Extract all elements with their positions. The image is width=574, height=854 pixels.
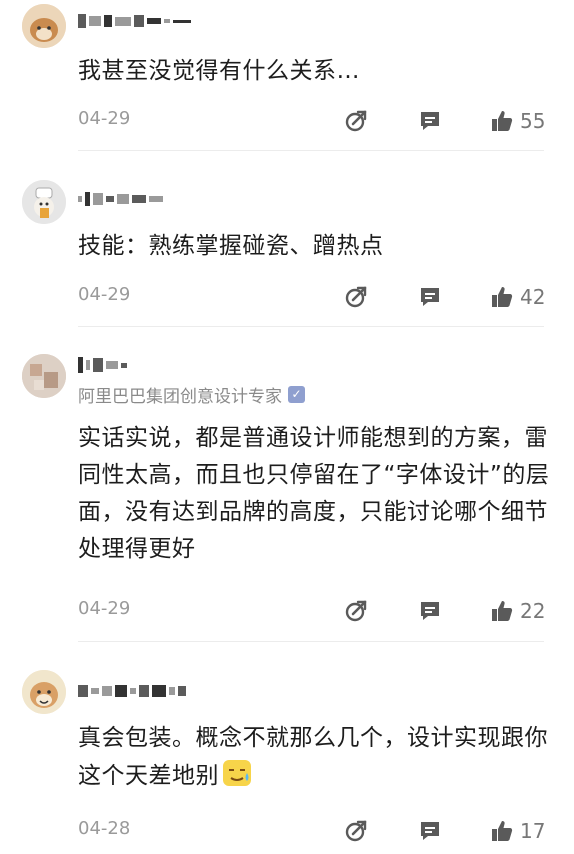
- comment-actions: 42: [0, 283, 574, 311]
- thumbs-up-icon: [492, 821, 513, 841]
- username-blurred[interactable]: [78, 10, 191, 32]
- comment-actions: 17: [0, 817, 574, 845]
- comment-list: 我甚至没觉得有什么关系… 04-29 55 技能：熟练掌握碰瓷、蹭热点 04-2…: [0, 0, 574, 854]
- username-blurred[interactable]: [78, 680, 186, 702]
- share-button[interactable]: [344, 597, 368, 625]
- comment-text: 我甚至没觉得有什么关系…: [78, 58, 360, 84]
- comment-text: 实话实说，都是普通设计师能想到的方案，雷同性太高，而且也只停留在了“字体设计”的…: [78, 425, 550, 562]
- like-count: 17: [520, 819, 546, 843]
- like-button[interactable]: 22: [490, 597, 545, 625]
- avatar[interactable]: [22, 180, 66, 224]
- reply-icon: [421, 288, 439, 306]
- like-button[interactable]: 55: [490, 107, 545, 135]
- shiba-dog-avatar-icon: [22, 4, 66, 48]
- reply-icon: [421, 602, 439, 620]
- org-title-text: 阿里巴巴集团创意设计专家: [78, 387, 282, 407]
- share-icon: [345, 820, 367, 842]
- thumbs-up-icon: [492, 287, 513, 307]
- share-button[interactable]: [344, 107, 368, 135]
- comment-actions: 22: [0, 597, 574, 625]
- like-count: 22: [520, 599, 546, 623]
- user-title: 阿里巴巴集团创意设计专家 ✓: [78, 382, 305, 407]
- thumbs-up-icon: [492, 601, 513, 621]
- username-blurred[interactable]: [78, 188, 163, 210]
- like-button[interactable]: 17: [490, 817, 545, 845]
- comment-actions: 55: [0, 107, 574, 135]
- like-button[interactable]: 42: [490, 283, 545, 311]
- comment-text-content: 真会包装。概念不就那么几个，设计实现跟你这个天差地别: [78, 725, 548, 789]
- share-icon: [345, 600, 367, 622]
- sweat-smile-emoji-icon: [223, 760, 251, 786]
- share-button[interactable]: [344, 817, 368, 845]
- reply-icon: [421, 112, 439, 130]
- avatar[interactable]: [22, 670, 66, 714]
- blurred-photo-avatar-icon: [22, 354, 66, 398]
- share-icon: [345, 286, 367, 308]
- share-button[interactable]: [344, 283, 368, 311]
- reply-button[interactable]: [418, 283, 442, 311]
- share-icon: [345, 110, 367, 132]
- like-count: 55: [520, 109, 546, 133]
- username-blurred[interactable]: [78, 354, 127, 376]
- reply-button[interactable]: [418, 597, 442, 625]
- comment-text: 真会包装。概念不就那么几个，设计实现跟你这个天差地别: [78, 720, 558, 795]
- verified-badge-icon: ✓: [288, 386, 305, 403]
- divider: [78, 641, 544, 642]
- avatar[interactable]: [22, 354, 66, 398]
- reply-button[interactable]: [418, 817, 442, 845]
- like-count: 42: [520, 285, 546, 309]
- reply-button[interactable]: [418, 107, 442, 135]
- thumbs-up-icon: [492, 111, 513, 131]
- comment-text: 技能：熟练掌握碰瓷、蹭热点: [78, 233, 384, 259]
- cartoon-chef-avatar-icon: [22, 180, 66, 224]
- reply-icon: [421, 822, 439, 840]
- divider: [78, 150, 544, 151]
- smiling-dog-avatar-icon: [22, 670, 66, 714]
- avatar[interactable]: [22, 4, 66, 48]
- divider: [78, 326, 544, 327]
